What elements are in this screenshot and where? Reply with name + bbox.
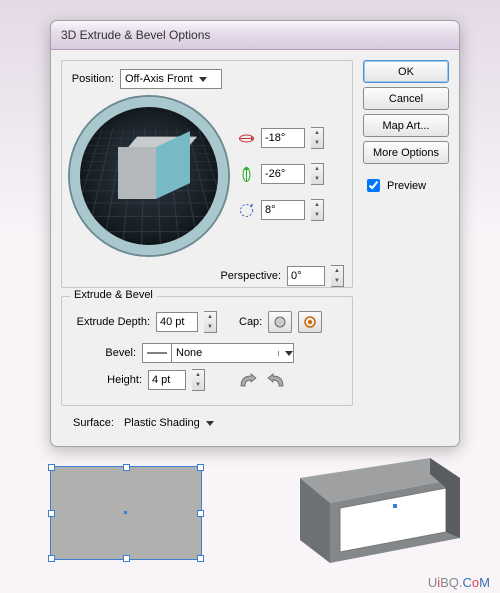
orientation-trackball[interactable]	[70, 97, 228, 255]
bevel-label: Bevel:	[102, 347, 136, 359]
bevel-in-button[interactable]	[237, 370, 259, 390]
extrude-section-label: Extrude & Bevel	[70, 289, 157, 301]
position-label: Position:	[70, 73, 114, 85]
z-angle-input[interactable]	[261, 200, 305, 220]
y-axis-icon	[238, 166, 255, 183]
z-axis-icon	[238, 202, 255, 219]
cap-on-button[interactable]	[268, 311, 292, 333]
height-input[interactable]	[148, 370, 186, 390]
height-spinner[interactable]: ▲▼	[192, 369, 205, 391]
position-dropdown[interactable]: Off-Axis Front	[120, 69, 222, 89]
artboard-shapes	[0, 448, 500, 578]
x-axis-icon	[238, 130, 255, 147]
x-angle-spinner[interactable]: ▲▼	[311, 127, 324, 149]
perspective-spinner[interactable]: ▲▼	[331, 265, 344, 287]
cancel-button[interactable]: Cancel	[363, 87, 449, 110]
extrude-depth-input[interactable]	[156, 312, 198, 332]
perspective-input[interactable]	[287, 266, 325, 286]
dialog-3d-extrude-bevel: 3D Extrude & Bevel Options Position: Off…	[50, 20, 460, 447]
surface-dropdown[interactable]: Plastic Shading	[120, 414, 218, 432]
perspective-label: Perspective:	[220, 270, 281, 282]
extrude-depth-spinner[interactable]: ▲▼	[204, 311, 217, 333]
chevron-down-icon	[285, 351, 293, 356]
y-angle-spinner[interactable]: ▲▼	[311, 163, 324, 185]
ok-button[interactable]: OK	[363, 60, 449, 83]
more-options-button[interactable]: More Options	[363, 141, 449, 164]
bevel-out-button[interactable]	[265, 370, 287, 390]
chevron-down-icon	[199, 77, 207, 82]
extrude-depth-label: Extrude Depth:	[72, 316, 150, 328]
dialog-title: 3D Extrude & Bevel Options	[61, 28, 210, 42]
chevron-down-icon	[206, 421, 214, 426]
height-label: Height:	[102, 374, 142, 386]
selected-2d-rectangle[interactable]	[50, 466, 202, 560]
cap-label: Cap:	[239, 316, 262, 328]
x-angle-input[interactable]	[261, 128, 305, 148]
bevel-dropdown[interactable]: None	[142, 343, 294, 363]
map-art-button[interactable]: Map Art...	[363, 114, 449, 137]
watermark: UiBQ.CoM	[428, 575, 490, 590]
surface-label: Surface:	[73, 417, 114, 429]
preview-checkbox[interactable]	[367, 179, 380, 192]
extruded-3d-box[interactable]	[270, 448, 470, 568]
y-angle-input[interactable]	[261, 164, 305, 184]
preview-label: Preview	[387, 180, 426, 192]
z-angle-spinner[interactable]: ▲▼	[311, 199, 324, 221]
dialog-titlebar[interactable]: 3D Extrude & Bevel Options	[51, 21, 459, 50]
cap-off-button[interactable]	[298, 311, 322, 333]
